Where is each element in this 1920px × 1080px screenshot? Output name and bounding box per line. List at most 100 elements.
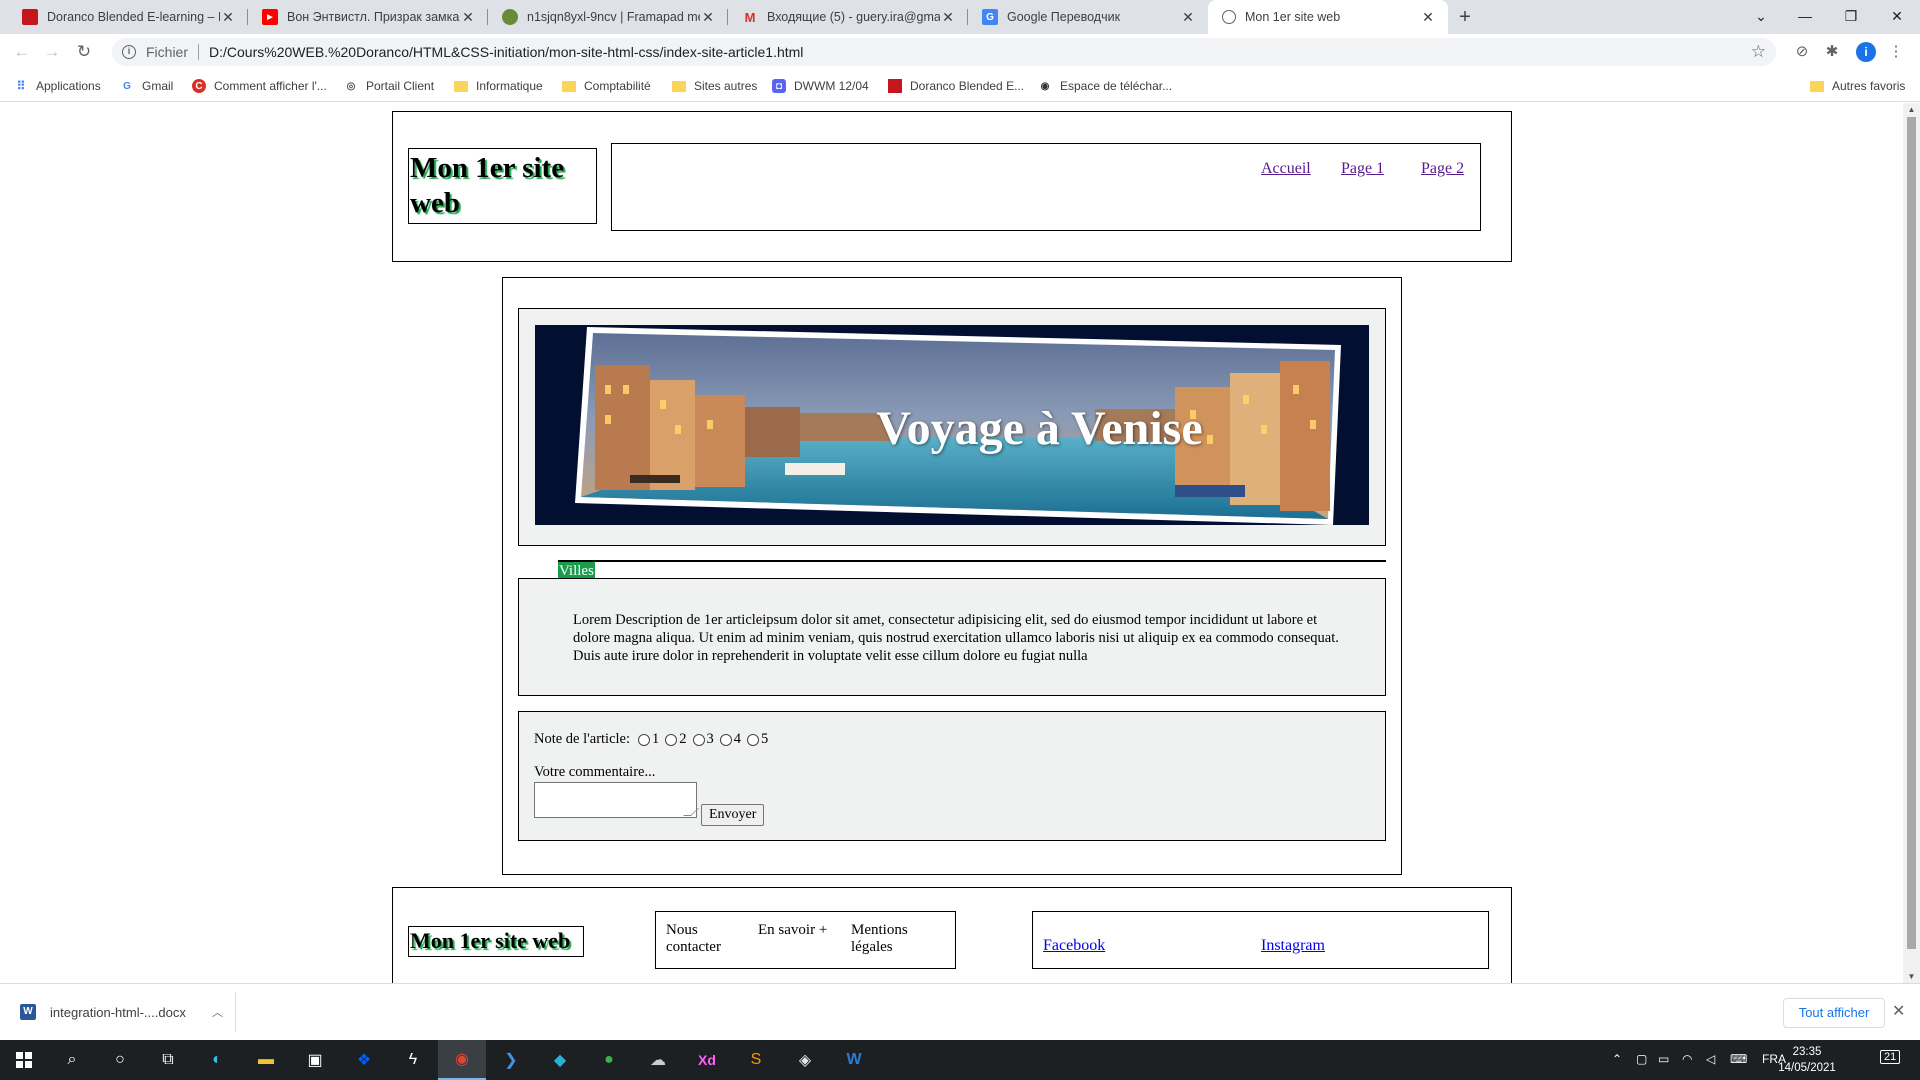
extensions-puzzle-icon[interactable]: ✱ (1822, 42, 1842, 62)
bookmark-portail-client[interactable]: ◎ Portail Client (344, 77, 434, 95)
windows-taskbar: ⌕ ○ ⧉ ◐ ▬ ▣ ❖ ϟ ◉ ❯ ◆ ● ☁ Xd S ◈ W ⌃ ▢ ▭… (0, 1040, 1920, 1080)
bookmark-gmail[interactable]: G Gmail (120, 77, 173, 95)
footer-link-en-savoir-plus[interactable]: En savoir + (758, 922, 840, 939)
tray-device-icon[interactable]: ▢ (1636, 1052, 1647, 1066)
close-tab-icon[interactable]: ✕ (700, 9, 716, 26)
header-nav: Accueil Page 1 Page 2 (611, 143, 1481, 231)
bookmark-folder-informatique[interactable]: Informatique (454, 77, 543, 95)
reload-icon[interactable]: ↻ (72, 40, 96, 64)
chrome-icon[interactable]: ◉ (438, 1040, 486, 1080)
menu-kebab-icon[interactable]: ⋮ (1886, 42, 1906, 62)
file-explorer-icon[interactable]: ▬ (242, 1040, 290, 1080)
back-icon[interactable]: ← (10, 40, 34, 64)
store-icon[interactable]: ▣ (291, 1040, 339, 1080)
send-button[interactable]: Envoyer (701, 804, 765, 826)
footer-link-nous-contacter[interactable]: Nous contacter (666, 922, 736, 956)
powershell-icon[interactable]: ❯ (487, 1040, 535, 1080)
adobe-xd-icon[interactable]: Xd (683, 1040, 731, 1080)
nav-link-page-2[interactable]: Page 2 (1421, 160, 1464, 178)
new-tab-button[interactable]: + (1452, 4, 1478, 30)
rating-option-4[interactable]: 4 (719, 731, 741, 748)
instagram-link[interactable]: Instagram (1261, 937, 1325, 955)
battery-icon[interactable]: ▭ (1658, 1052, 1669, 1066)
connect-app-icon[interactable]: ☁ (634, 1040, 682, 1080)
restore-icon[interactable]: ❐ (1828, 0, 1874, 34)
scroll-down-icon[interactable]: ▼ (1903, 972, 1920, 981)
system-clock[interactable]: 23:35 14/05/2021 (1772, 1044, 1842, 1076)
azure-app-icon[interactable]: ◆ (536, 1040, 584, 1080)
dropbox-icon[interactable]: ❖ (340, 1040, 388, 1080)
radio-icon[interactable] (665, 733, 678, 746)
rating-option-2[interactable]: 2 (665, 731, 687, 748)
word-icon[interactable]: W (830, 1040, 878, 1080)
task-view-icon[interactable]: ⧉ (144, 1040, 192, 1080)
radio-icon[interactable] (692, 733, 705, 746)
rating-option-5[interactable]: 5 (747, 731, 768, 748)
wifi-icon[interactable]: ◠ (1682, 1052, 1692, 1066)
sync-icon[interactable]: ⊘ (1792, 42, 1812, 62)
minimize-icon[interactable]: — (1782, 0, 1828, 34)
address-bar[interactable]: i Fichier D:/Cours%20WEB.%20Doranco/HTML… (112, 38, 1776, 66)
edge-icon[interactable]: ◐ (193, 1040, 241, 1080)
bookmark-folder-sites-autres[interactable]: Sites autres (672, 77, 757, 95)
bookmark-folder-comptabilite[interactable]: Comptabilité (562, 77, 651, 95)
profile-avatar[interactable]: i (1856, 42, 1876, 62)
download-item[interactable]: W integration-html-....docx ︿ (10, 992, 236, 1032)
cortana-icon[interactable]: ○ (96, 1040, 144, 1080)
scroll-up-icon[interactable]: ▲ (1903, 105, 1920, 114)
bookmark-star-icon[interactable]: ☆ (1751, 42, 1766, 62)
close-tab-icon[interactable]: ✕ (1420, 9, 1436, 26)
globe-app-icon[interactable]: ● (585, 1040, 633, 1080)
footer-link-mentions-legales[interactable]: Mentions légales (851, 922, 931, 956)
radio-icon[interactable] (719, 733, 732, 746)
radio-icon[interactable] (638, 733, 651, 746)
radio-icon[interactable] (747, 733, 760, 746)
folder-icon (1810, 79, 1824, 93)
bookmark-comment-afficher[interactable]: C Comment afficher l'... (192, 77, 327, 95)
lightning-app-icon[interactable]: ϟ (389, 1040, 437, 1080)
forward-icon[interactable]: → (40, 40, 64, 64)
page-scrollbar[interactable]: ▲ ▼ (1903, 103, 1920, 983)
site-info-icon[interactable]: i (122, 45, 136, 59)
facebook-link[interactable]: Facebook (1043, 937, 1105, 955)
windows-start-icon[interactable] (0, 1040, 48, 1080)
close-tab-icon[interactable]: ✕ (1180, 9, 1196, 26)
rating-option-3[interactable]: 3 (692, 731, 714, 748)
bookmark-espace-telechargement[interactable]: ◉ Espace de téléchar... (1038, 77, 1172, 95)
bookmark-autres-favoris[interactable]: Autres favoris (1810, 77, 1905, 95)
tray-expand-icon[interactable]: ⌃ (1612, 1052, 1622, 1066)
tab-youtube[interactable]: ▶ Вон Энтвистл. Призрак замка Т ✕ (248, 0, 488, 34)
close-tab-icon[interactable]: ✕ (940, 9, 956, 26)
nav-link-accueil[interactable]: Accueil (1261, 160, 1311, 178)
keyboard-icon[interactable]: ⌨ (1730, 1052, 1747, 1066)
download-filename[interactable]: integration-html-....docx (50, 1005, 212, 1020)
tab-search-icon[interactable]: ⌄ (1738, 0, 1784, 34)
rating-option-1[interactable]: 1 (638, 731, 659, 748)
search-icon[interactable]: ⌕ (48, 1040, 96, 1080)
footer-social-box: Facebook Instagram (1032, 911, 1489, 969)
banner-caption: Voyage à Venise (876, 402, 1203, 455)
chevron-up-icon[interactable]: ︿ (212, 1004, 223, 1020)
sourcetree-icon[interactable]: ◈ (781, 1040, 829, 1080)
tab-mon-1er-site-web[interactable]: Mon 1er site web ✕ (1208, 0, 1448, 34)
tab-doranco[interactable]: Doranco Blended E-learning – DO ✕ (8, 0, 248, 34)
url-text[interactable]: D:/Cours%20WEB.%20Doranco/HTML&CSS-initi… (209, 44, 803, 60)
close-tab-icon[interactable]: ✕ (460, 9, 476, 26)
close-shelf-icon[interactable]: ✕ (1892, 1001, 1905, 1021)
nav-link-page-1[interactable]: Page 1 (1341, 160, 1384, 178)
bookmark-dwwm[interactable]: ◘ DWWM 12/04 (772, 77, 869, 95)
show-all-downloads-button[interactable]: Tout afficher (1783, 998, 1885, 1028)
tab-gmail[interactable]: M Входящие (5) - guery.ira@gmail. ✕ (728, 0, 968, 34)
scrollbar-thumb[interactable] (1907, 117, 1916, 949)
bookmark-applications[interactable]: ⠿ Applications (14, 77, 101, 95)
bookmark-doranco[interactable]: Doranco Blended E... (888, 77, 1024, 95)
notification-center-icon[interactable]: 21 (1880, 1050, 1901, 1064)
tab-framapad[interactable]: n1sjqn8yxl-9ncv | Framapad mem ✕ (488, 0, 728, 34)
close-tab-icon[interactable]: ✕ (220, 9, 236, 26)
tab-google-translate[interactable]: G Google Переводчик ✕ (968, 0, 1208, 34)
doranco-icon (888, 79, 902, 93)
volume-icon[interactable]: ◁ (1706, 1052, 1715, 1066)
close-window-icon[interactable]: ✕ (1874, 0, 1920, 34)
comment-textarea[interactable] (534, 782, 699, 818)
sublime-text-icon[interactable]: S (732, 1040, 780, 1080)
